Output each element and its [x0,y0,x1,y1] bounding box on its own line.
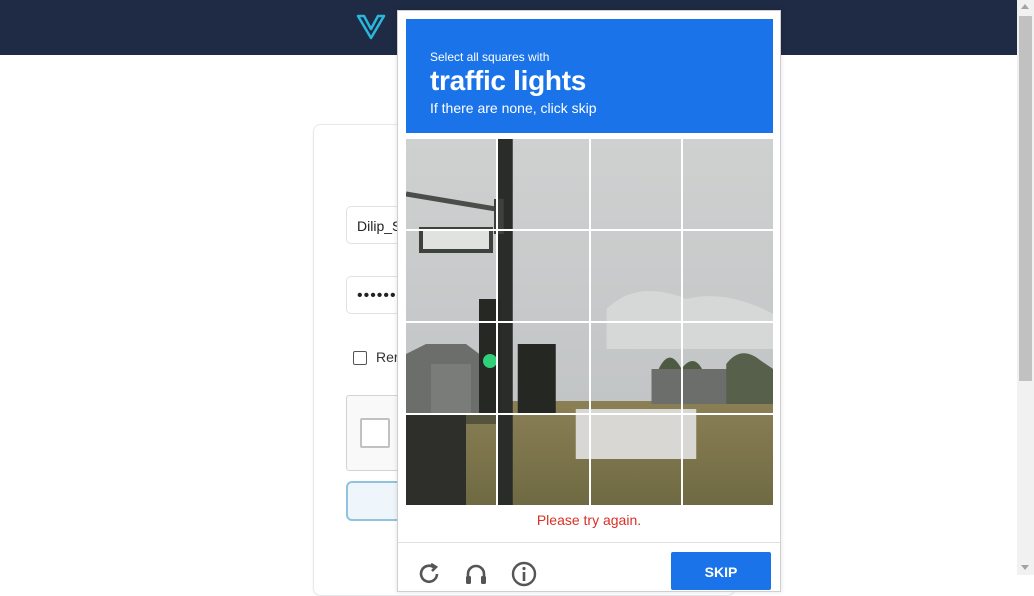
info-icon[interactable] [510,560,538,588]
captcha-tile[interactable] [406,323,497,413]
prompt-keyword: traffic lights [430,65,587,96]
captcha-tile[interactable] [590,323,681,413]
captcha-tile[interactable] [682,231,773,321]
recaptcha-checkbox[interactable] [360,418,390,448]
error-message: Please try again. [536,512,642,528]
scroll-thumb[interactable] [1019,16,1032,381]
captcha-image-grid [406,139,773,505]
captcha-tile[interactable] [498,139,589,229]
captcha-tile[interactable] [498,415,589,505]
remember-checkbox[interactable] [353,351,367,366]
captcha-challenge-popup: Select all squares with traffic lights I… [397,10,781,592]
scroll-up-arrow-icon[interactable] [1021,4,1029,9]
prompt-instruction: Select all squares with [430,50,550,64]
remember-me[interactable]: Rer [353,349,399,366]
captcha-tile[interactable] [498,231,589,321]
captcha-tile[interactable] [498,323,589,413]
prompt-hint: If there are none, click skip [430,100,597,116]
captcha-tile[interactable] [590,139,681,229]
page-scrollbar[interactable] [1017,0,1034,575]
captcha-tile[interactable] [682,139,773,229]
captcha-tile[interactable] [682,415,773,505]
v-logo-icon[interactable] [355,12,387,42]
captcha-tile[interactable] [406,415,497,505]
remember-label: Rer [376,349,399,365]
captcha-tile[interactable] [590,231,681,321]
footer-divider [398,542,780,543]
reload-icon[interactable] [415,560,443,588]
scroll-down-arrow-icon[interactable] [1021,565,1029,570]
audio-icon[interactable] [462,560,490,588]
captcha-tile[interactable] [406,231,497,321]
captcha-tile[interactable] [682,323,773,413]
captcha-tile[interactable] [406,139,497,229]
captcha-prompt: Select all squares with traffic lights I… [406,19,773,133]
captcha-tile[interactable] [590,415,681,505]
skip-button[interactable]: SKIP [671,552,771,590]
